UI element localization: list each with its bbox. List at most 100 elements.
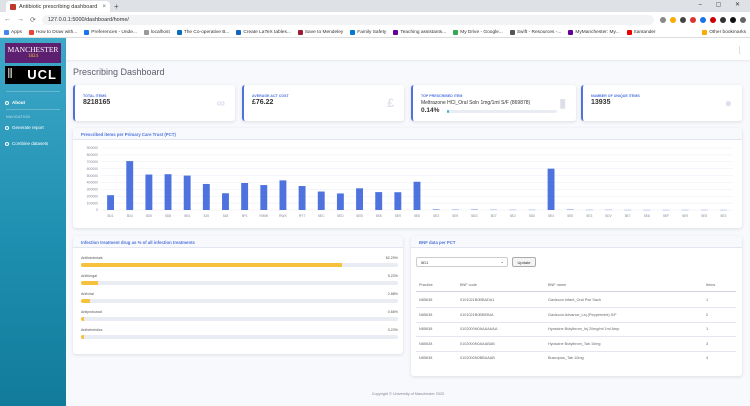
address-bar-row: ← → ⟳ 127.0.0.1:5000/dashboard/home/ [0,12,750,27]
extension-icon[interactable] [720,16,726,23]
x-tick-label: 5E4 [548,214,554,218]
x-tick-label: 5E3 [720,214,726,218]
progress-fill [81,263,342,267]
menu-icon[interactable] [740,16,746,23]
bookmark-icon [297,29,303,35]
y-tick-label: 900000 [87,146,98,150]
infection-percent: 0.66% [387,310,398,314]
table-cell: 0101021B0BBEBAL [460,312,495,317]
bookmark-item[interactable]: How to Draw with... [28,29,77,35]
bookmark-item[interactable]: The Co-operative B... [176,29,229,35]
new-tab-icon[interactable]: + [114,2,119,12]
bookmark-item[interactable]: Santander [626,29,656,35]
logo-text: UCL [27,67,57,82]
chart-bar[interactable] [241,182,249,210]
sidebar-item-label: Generate report [12,125,44,130]
tab-close-icon[interactable]: × [102,4,106,10]
chart-bar[interactable] [356,188,363,210]
chart-bar[interactable] [202,183,210,210]
infection-progress-bar [81,317,398,321]
chart-bar[interactable] [336,193,344,210]
bookmark-item[interactable]: localhost [143,29,170,35]
infection-percent: 2.88% [387,292,398,296]
reload-icon[interactable]: ⟳ [30,16,36,24]
profile-avatar[interactable] [730,16,736,23]
table-cell: Gaviscon Infant_Oral Pwr Sach [548,298,601,302]
bookmark-item[interactable]: Teaching assistants... [393,29,446,35]
stat-value: £76.22 [252,99,274,106]
sidebar-item-combine-datasets[interactable]: Combine datasets [5,141,48,146]
bookmark-icon [143,29,149,35]
chart-bar[interactable] [298,186,306,210]
search-icon[interactable] [660,16,666,23]
pct-bar-chart: 900000 800000 700000 600000 500000 400000 3000… [87,146,733,218]
extension-icon[interactable] [700,16,706,23]
stat-label: Number of unique items [591,94,640,98]
bookmark-label: MyManchester: My... [575,29,620,35]
stat-label: Top prescribed item [421,94,463,98]
bookmark-item[interactable]: My Drive - Google... [453,29,503,35]
table-cell: 0102000N0AAABAB [460,341,495,346]
extension-icon[interactable] [680,16,686,23]
bookmark-item[interactable]: Create LaTeX tables... [236,29,291,35]
table-cell: N85638 [419,327,433,331]
x-tick-label: 5D5 [146,214,152,218]
bookmark-item[interactable]: MyManchester: My... [568,29,620,35]
chart-bar[interactable] [164,174,172,210]
bookmark-item[interactable]: Swift - Resources -... [509,29,561,35]
bookmark-item[interactable]: Save to Mendeley [297,29,343,35]
url-field[interactable]: 127.0.0.1:5000/dashboard/home/ [41,14,654,25]
bookmark-item[interactable]: Apps [4,29,22,35]
card-header [411,236,742,248]
chart-bar[interactable] [317,191,325,210]
y-tick-label: 700000 [87,160,98,164]
extension-icon[interactable] [710,16,716,23]
stat-percent: 0.14% [421,107,440,114]
infection-percent: 0.23% [387,328,398,332]
window-controls[interactable]: – ▢ ✕ [699,1,746,8]
extension-icon[interactable] [690,16,696,23]
chart-bar[interactable] [279,180,287,210]
chart-bar[interactable] [183,175,191,210]
browser-tab[interactable]: Antibiotic prescribing dashboard × [6,1,110,12]
table-cell: 3 [706,341,709,346]
forward-icon[interactable]: → [17,16,24,23]
table-header: BNF name [548,283,567,287]
progress-fill [81,317,85,321]
chart-bar[interactable] [260,185,268,210]
sidebar-item-generate-report[interactable]: Generate report [5,125,44,130]
bookmark-item[interactable]: Preferences - Unde... [84,29,137,35]
footer-copyright: Copyright © University of Manchester 202… [371,392,445,396]
chart-bar[interactable] [547,168,555,210]
bookmark-item[interactable]: Other bookmarks [702,29,746,35]
x-tick-label: RWX [279,214,287,218]
x-tick-label: 5D0 [529,214,535,218]
x-tick-label: 5E3 [433,214,439,218]
star-icon[interactable] [670,16,676,23]
bookmark-label: Apps [11,29,22,35]
manchester-logo[interactable]: MANCHESTER 1824 [5,43,61,63]
back-icon[interactable]: ← [4,16,11,23]
pct-chart-card: Prescribed items per Primary Care Trust … [73,128,742,228]
chart-bar[interactable] [107,195,115,210]
chart-bar[interactable] [145,174,153,210]
sidebar-item-about[interactable]: About [5,100,25,105]
chart-bar[interactable] [432,209,440,210]
update-button[interactable]: Update [512,257,536,267]
chart-bar[interactable] [394,192,402,210]
bookmark-item[interactable]: Family Safety [350,29,386,35]
chart-bar[interactable] [126,161,134,210]
chart-bar[interactable] [375,192,383,210]
pct-select[interactable]: 5D1 ⌄ [416,257,508,267]
database-icon [5,141,9,146]
stat-card-unique-items: Number of unique items 13935 ● [581,85,742,121]
stat-progress-bar [447,110,557,113]
sidebar-item-label: Combine datasets [12,141,49,146]
x-tick-label: 5DV [605,214,612,218]
chart-bar[interactable] [222,193,229,210]
stat-card-average-cost: Average act cost £76.22 £ [242,85,404,121]
x-tick-label: 5EF [663,214,669,218]
chart-bar[interactable] [413,181,421,210]
site-favicon-icon [10,3,16,10]
ucl-logo[interactable]: ||| ||| UCL [5,66,61,84]
